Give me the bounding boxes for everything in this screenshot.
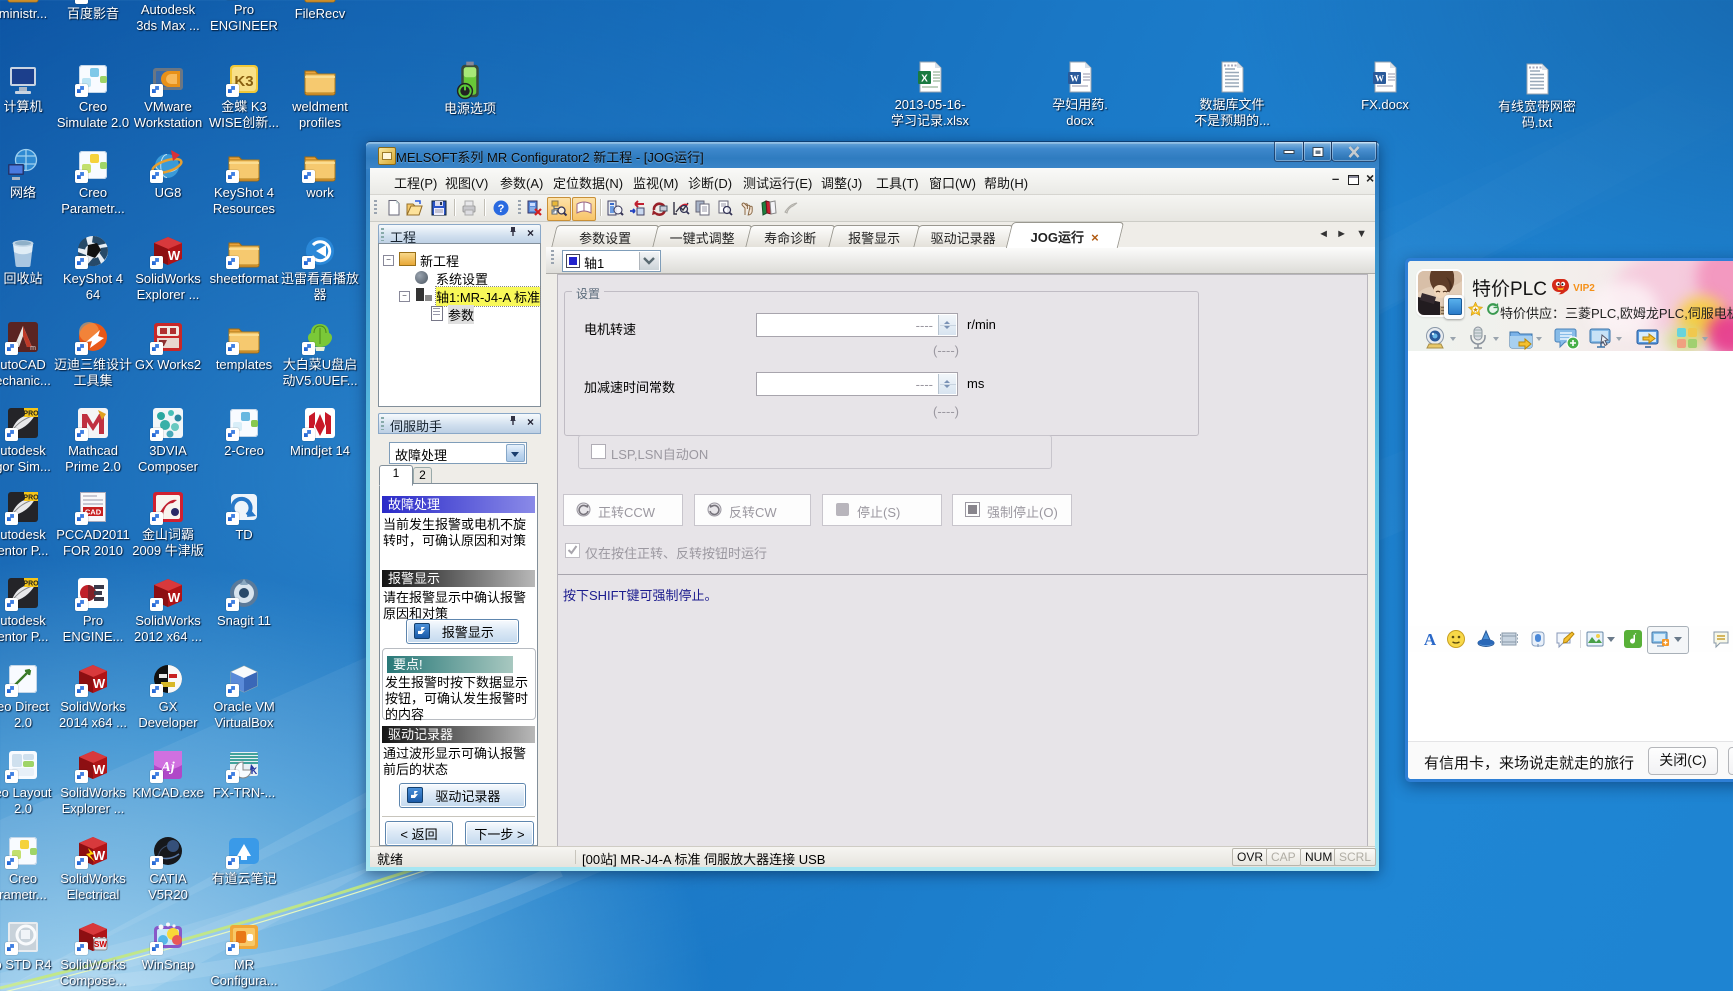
svg-text:K: K bbox=[251, 766, 258, 776]
svg-text:W: W bbox=[168, 590, 181, 605]
svg-text:W: W bbox=[93, 762, 106, 777]
svg-text:?: ? bbox=[498, 203, 505, 215]
svg-text:W: W bbox=[1375, 74, 1384, 84]
svg-text:W: W bbox=[93, 848, 106, 863]
svg-text:W: W bbox=[1070, 74, 1079, 84]
svg-text:m: m bbox=[30, 345, 36, 352]
svg-text:X: X bbox=[921, 74, 928, 85]
svg-text:SW: SW bbox=[94, 940, 107, 949]
svg-text:PRO: PRO bbox=[23, 411, 39, 418]
svg-text:PRO: PRO bbox=[23, 495, 39, 502]
svg-text:W: W bbox=[93, 676, 106, 691]
svg-text:★: ★ bbox=[1472, 306, 1478, 314]
svg-text:A: A bbox=[1424, 630, 1437, 649]
svg-text:PRO: PRO bbox=[23, 581, 39, 588]
svg-text:VIP2: VIP2 bbox=[1573, 283, 1595, 294]
svg-text:W: W bbox=[168, 248, 181, 263]
